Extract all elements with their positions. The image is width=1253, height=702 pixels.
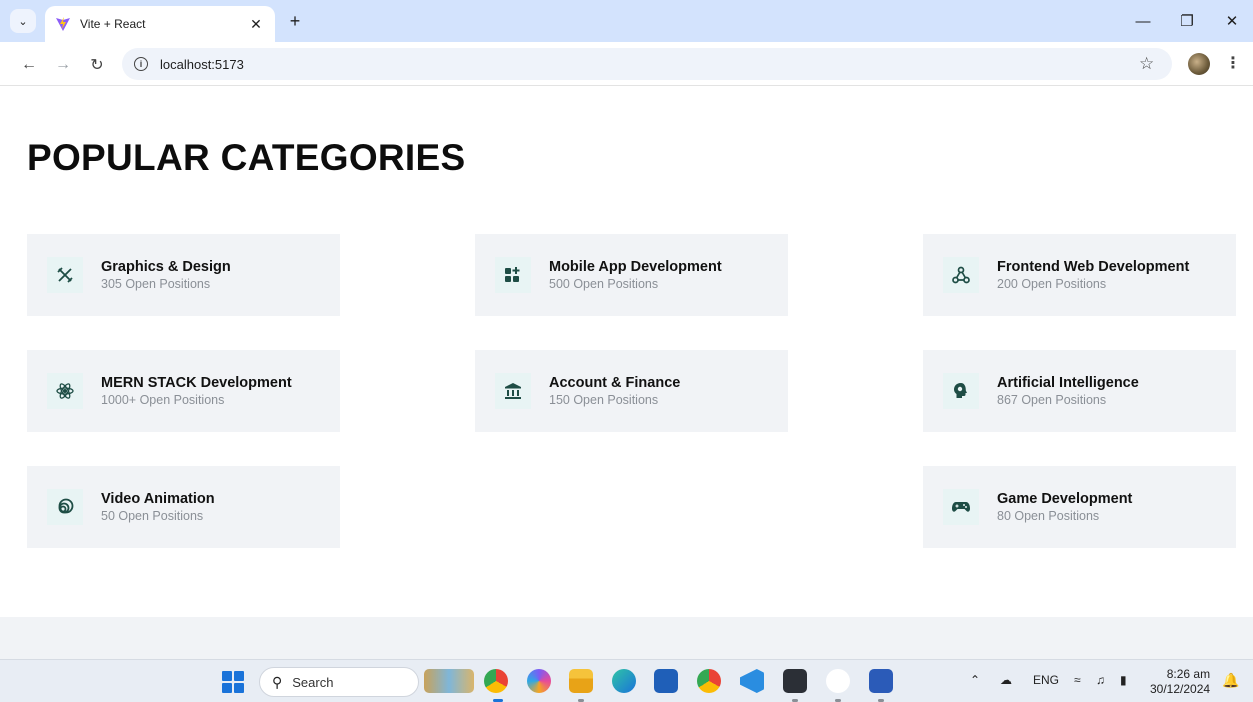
- category-card-frontend[interactable]: Frontend Web Development 200 Open Positi…: [923, 234, 1236, 316]
- category-card-graphics[interactable]: Graphics & Design 305 Open Positions: [27, 234, 340, 316]
- ai-brain-icon: [943, 373, 979, 409]
- windows-taskbar: ⚲ Search ⌃ ☁ ENG ≈ ♫ ▮ 8:26 am 30/12/202…: [0, 659, 1253, 702]
- category-card-ai[interactable]: Artificial Intelligence 867 Open Positio…: [923, 350, 1236, 432]
- tab-search-button[interactable]: ⌄: [10, 9, 36, 33]
- bookmark-star-icon[interactable]: ☆: [1139, 54, 1154, 74]
- category-card-mobile[interactable]: Mobile App Development 500 Open Position…: [475, 234, 788, 316]
- chrome-profile-icon[interactable]: [697, 669, 721, 693]
- browser-tab-active[interactable]: Vite + React ✕: [45, 6, 275, 42]
- category-card-finance[interactable]: Account & Finance 150 Open Positions: [475, 350, 788, 432]
- taskbar-search-label: Search: [292, 674, 334, 690]
- volume-icon[interactable]: ♫: [1096, 673, 1105, 687]
- reload-button[interactable]: ↻: [86, 54, 108, 76]
- category-name: Account & Finance: [549, 374, 681, 391]
- search-icon: ⚲: [272, 673, 283, 690]
- react-icon: [47, 373, 83, 409]
- address-bar[interactable]: i localhost:5173: [122, 48, 1172, 80]
- page-footer: [0, 617, 1253, 659]
- category-card-mern[interactable]: MERN STACK Development 1000+ Open Positi…: [27, 350, 340, 432]
- clock-time: 8:26 am: [1166, 667, 1211, 681]
- category-count: 150 Open Positions: [549, 392, 659, 407]
- store-icon[interactable]: [654, 669, 678, 693]
- file-explorer-icon[interactable]: [569, 669, 593, 693]
- browser-tab-bar: ⌄ Vite + React ✕ + — ❐ ✕: [0, 0, 1253, 42]
- browser-menu-icon[interactable]: ⋮: [1225, 53, 1241, 73]
- url-text: localhost:5173: [160, 56, 244, 72]
- word-icon[interactable]: [869, 669, 893, 693]
- forward-button[interactable]: →: [52, 54, 74, 76]
- category-name: Video Animation: [101, 490, 215, 507]
- vscode-icon[interactable]: [740, 669, 764, 693]
- language-indicator[interactable]: ENG: [1033, 673, 1059, 687]
- window-close-button[interactable]: ✕: [1217, 10, 1247, 32]
- clock-date: 30/12/2024: [1150, 682, 1211, 696]
- browser-toolbar: ← → ↻ i localhost:5173 ☆ ⋮: [0, 42, 1253, 86]
- category-count: 80 Open Positions: [997, 508, 1100, 523]
- category-count: 50 Open Positions: [101, 508, 204, 523]
- edge-icon[interactable]: [612, 669, 636, 693]
- terminal-icon[interactable]: [783, 669, 807, 693]
- restore-button[interactable]: ❐: [1172, 10, 1202, 32]
- category-name: Game Development: [997, 490, 1133, 507]
- show-hidden-icons-chevron-icon[interactable]: ⌃: [970, 673, 980, 687]
- notification-bell-icon[interactable]: 🔔: [1222, 672, 1239, 689]
- category-count: 200 Open Positions: [997, 276, 1107, 291]
- vite-logo-icon: [56, 17, 70, 31]
- wifi-icon[interactable]: ≈: [1074, 673, 1081, 687]
- category-card-game[interactable]: Game Development 80 Open Positions: [923, 466, 1236, 548]
- site-info-icon[interactable]: i: [134, 57, 148, 71]
- copilot-icon[interactable]: [527, 669, 551, 693]
- taskbar-search[interactable]: ⚲ Search: [259, 667, 419, 697]
- mongodb-icon[interactable]: [826, 669, 850, 693]
- onedrive-icon[interactable]: ☁: [1000, 673, 1012, 687]
- gamepad-icon: [943, 489, 979, 525]
- bank-icon: [495, 373, 531, 409]
- category-name: Mobile App Development: [549, 258, 722, 275]
- category-name: Artificial Intelligence: [997, 374, 1139, 391]
- back-button[interactable]: ←: [18, 54, 40, 76]
- animation-icon: [47, 489, 83, 525]
- chrome-icon[interactable]: [484, 669, 508, 693]
- webhook-icon: [943, 257, 979, 293]
- tab-title: Vite + React: [80, 17, 146, 31]
- page-title: POPULAR CATEGORIES: [27, 137, 466, 178]
- tab-close-icon[interactable]: ✕: [247, 16, 265, 33]
- category-count: 500 Open Positions: [549, 276, 659, 291]
- category-count: 867 Open Positions: [997, 392, 1107, 407]
- new-tab-button[interactable]: +: [284, 10, 306, 32]
- category-count: 1000+ Open Positions: [101, 392, 225, 407]
- chevron-down-icon: ⌄: [18, 15, 28, 28]
- profile-avatar[interactable]: [1188, 53, 1210, 75]
- category-card-video[interactable]: Video Animation 50 Open Positions: [27, 466, 340, 548]
- taskbar-clock[interactable]: 8:26 am 30/12/2024: [1150, 667, 1210, 697]
- tools-icon: [47, 257, 83, 293]
- battery-icon[interactable]: ▮: [1120, 673, 1127, 687]
- windows-start-button[interactable]: [222, 671, 244, 693]
- minimize-button[interactable]: —: [1128, 10, 1158, 32]
- category-name: Frontend Web Development: [997, 258, 1190, 275]
- category-count: 305 Open Positions: [101, 276, 211, 291]
- category-name: MERN STACK Development: [101, 374, 292, 391]
- page-content: POPULAR CATEGORIES Graphics & Design 305…: [0, 87, 1253, 617]
- widgets-icon[interactable]: [424, 669, 474, 693]
- category-name: Graphics & Design: [101, 258, 231, 275]
- apps-icon: [495, 257, 531, 293]
